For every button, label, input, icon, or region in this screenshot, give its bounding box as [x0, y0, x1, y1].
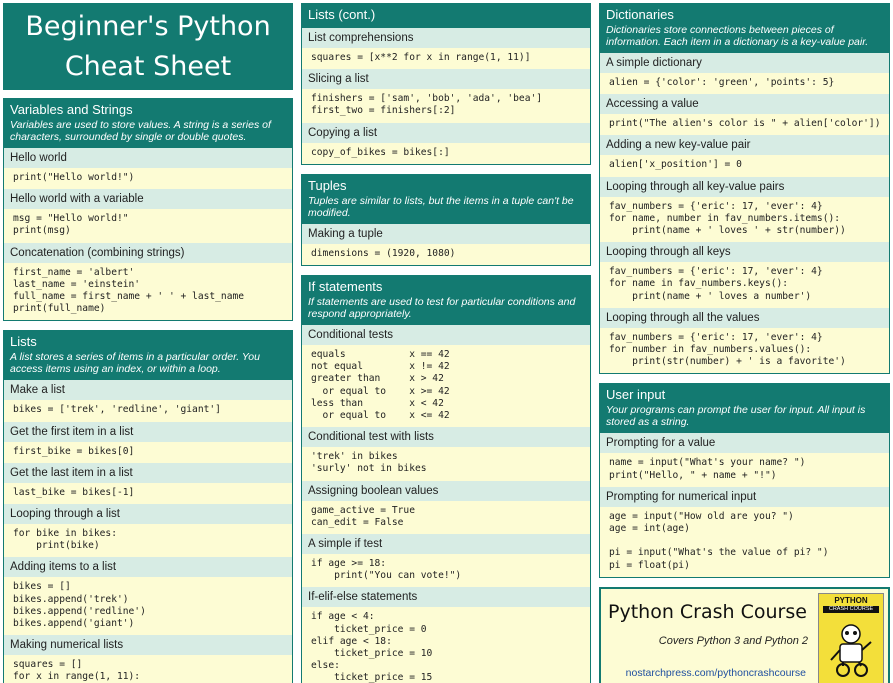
subsection-label: Looping through all key-value pairs — [600, 176, 889, 197]
code-snippet: print("Hello world!") — [4, 168, 292, 190]
subsection-label: Hello world with a variable — [4, 189, 292, 210]
subsection-label: Looping through a list — [4, 504, 292, 525]
section-title: Variables and Strings — [10, 102, 133, 117]
section-description: Variables are used to store values. A st… — [10, 119, 271, 143]
code-snippet: age = input("How old are you? ") age = i… — [600, 506, 889, 577]
section-title: User input — [606, 387, 666, 403]
subsection-label: Get the first item in a list — [4, 421, 292, 442]
code-snippet: finishers = ['sam', 'bob', 'ada', 'bea']… — [302, 89, 590, 123]
subsection-label: Adding a new key-value pair — [600, 135, 889, 156]
code-snippet: alien = {'color': 'green', 'points': 5} — [600, 73, 889, 95]
book-cover-image: PYTHON CRASH COURSE — [818, 592, 884, 683]
code-snippet: fav_numbers = {'eric': 17, 'ever': 4} fo… — [600, 262, 889, 308]
section-title: Dictionaries — [606, 7, 674, 22]
section-lists-cont: Lists (cont.) List comprehensions squares … — [301, 3, 591, 165]
section-title: Lists — [10, 334, 37, 350]
cheat-sheet-title: Beginner's Python Cheat Sheet — [3, 3, 293, 90]
subsection-label: A simple if test — [302, 534, 590, 555]
section-description: Dictionaries store connections between p… — [606, 24, 869, 48]
subsection-label: Get the last item in a list — [4, 462, 292, 483]
subsection-label: Copying a list — [302, 122, 590, 143]
section-variables-and-strings: Variables and Strings Variables are used … — [3, 98, 293, 322]
subsection-label: If-elif-else statements — [302, 587, 590, 608]
title-line-2: Cheat Sheet — [64, 51, 232, 82]
subsection-label: Hello world — [4, 148, 292, 168]
column-1: Beginner's Python Cheat Sheet Variables … — [3, 3, 293, 683]
column-2: Lists (cont.) List comprehensions squares … — [301, 3, 591, 683]
section-header: If statements If statements are used to t… — [302, 276, 590, 326]
code-snippet: copy_of_bikes = bikes[:] — [302, 142, 590, 164]
subsection-label: Conditional test with lists — [302, 427, 590, 448]
subsection-label: Looping through all the values — [600, 307, 889, 328]
code-snippet: fav_numbers = {'eric': 17, 'ever': 4} fo… — [600, 327, 889, 374]
code-snippet: dimensions = (1920, 1080) — [302, 243, 590, 266]
code-snippet: squares = [x**2 for x in range(1, 11)] — [302, 48, 590, 70]
subsection-label: Making a tuple — [302, 223, 590, 244]
subsection-label: Looping through all keys — [600, 242, 889, 263]
cover-subtitle: CRASH COURSE — [823, 605, 879, 613]
book-promo: Python Crash Course Covers Python 3 and … — [599, 586, 890, 683]
code-snippet: bikes = [] bikes.append('trek') bikes.ap… — [4, 577, 292, 636]
section-title: If statements — [308, 279, 383, 295]
section-header: Dictionaries Dictionaries store connectio… — [600, 4, 889, 53]
subsection-label: Prompting for a value — [600, 433, 889, 454]
robot-illustration-icon — [830, 624, 872, 677]
code-snippet: first_name = 'albert' last_name = 'einst… — [4, 262, 292, 321]
section-if-statements: If statements If statements are used to t… — [301, 275, 591, 683]
code-snippet: name = input("What's your name? ") print… — [600, 453, 889, 487]
column-1-sections: Variables and Strings Variables are used … — [3, 98, 293, 683]
column-3: Dictionaries Dictionaries store connectio… — [599, 3, 890, 683]
section-header: User input Your programs can prompt the u… — [600, 384, 889, 434]
code-snippet: for bike in bikes: print(bike) — [4, 524, 292, 558]
section-description: Your programs can prompt the user for in… — [606, 404, 866, 429]
section-description: If statements are used to test for parti… — [308, 296, 576, 321]
book-title: Python Crash Course — [608, 600, 807, 623]
subsection-label: Adding items to a list — [4, 557, 292, 578]
subsection-label: Assigning boolean values — [302, 480, 590, 501]
section-header: Tuples Tuples are similar to lists, but t… — [302, 174, 590, 224]
title-line-1: Beginner's Python — [25, 11, 271, 42]
subsection-label: Accessing a value — [600, 94, 889, 115]
code-snippet: squares = [] for x in range(1, 11): squa… — [4, 655, 292, 683]
subsection-label: Conditional tests — [302, 325, 590, 346]
code-snippet: first_bike = bikes[0] — [4, 441, 292, 463]
section-header: Lists (cont.) — [302, 4, 590, 28]
section-title: Tuples — [308, 177, 347, 193]
column-2-sections: Lists (cont.) List comprehensions squares … — [301, 3, 591, 683]
subsection-label: A simple dictionary — [600, 53, 889, 73]
section-header: Variables and Strings Variables are used … — [4, 99, 292, 148]
subsection-label: List comprehensions — [302, 28, 590, 48]
book-subtitle: Covers Python 3 and Python 2 — [658, 634, 808, 647]
section-tuples: Tuples Tuples are similar to lists, but t… — [301, 173, 591, 267]
subsection-label: Prompting for numerical input — [600, 486, 889, 507]
code-snippet: if age >= 18: print("You can vote!") — [302, 554, 590, 588]
code-snippet: game_active = True can_edit = False — [302, 500, 590, 535]
subsection-label: Make a list — [4, 380, 292, 401]
section-user-input: User input Your programs can prompt the u… — [599, 383, 890, 578]
code-snippet: equals x == 42 not equal x != 42 greater… — [302, 345, 590, 428]
column-3-sections: Dictionaries Dictionaries store connectio… — [599, 3, 890, 578]
subsection-label: Slicing a list — [302, 69, 590, 90]
subsection-label: Making numerical lists — [4, 635, 292, 656]
section-title: Lists (cont.) — [308, 7, 376, 22]
section-lists: Lists A list stores a series of items in … — [3, 330, 293, 683]
book-link[interactable]: nostarchpress.com/pythoncrashcourse — [626, 667, 806, 679]
code-snippet: print("The alien's color is " + alien['c… — [600, 114, 889, 136]
code-snippet: bikes = ['trek', 'redline', 'giant'] — [4, 400, 292, 422]
code-snippet: fav_numbers = {'eric': 17, 'ever': 4} fo… — [600, 196, 889, 243]
code-snippet: msg = "Hello world!" print(msg) — [4, 209, 292, 243]
code-snippet: 'trek' in bikes 'surly' not in bikes — [302, 447, 590, 481]
section-header: Lists A list stores a series of items in … — [4, 331, 292, 381]
code-snippet: last_bike = bikes[-1] — [4, 482, 292, 505]
cover-title: PYTHON — [834, 595, 868, 605]
subsection-label: Concatenation (combining strings) — [4, 242, 292, 263]
code-snippet: if age < 4: ticket_price = 0 elif age < … — [302, 607, 590, 683]
section-description: A list stores a series of items in a par… — [10, 351, 260, 376]
section-dictionaries: Dictionaries Dictionaries store connectio… — [599, 3, 890, 375]
code-snippet: alien['x_position'] = 0 — [600, 155, 889, 177]
section-description: Tuples are similar to lists, but the ite… — [308, 194, 574, 219]
